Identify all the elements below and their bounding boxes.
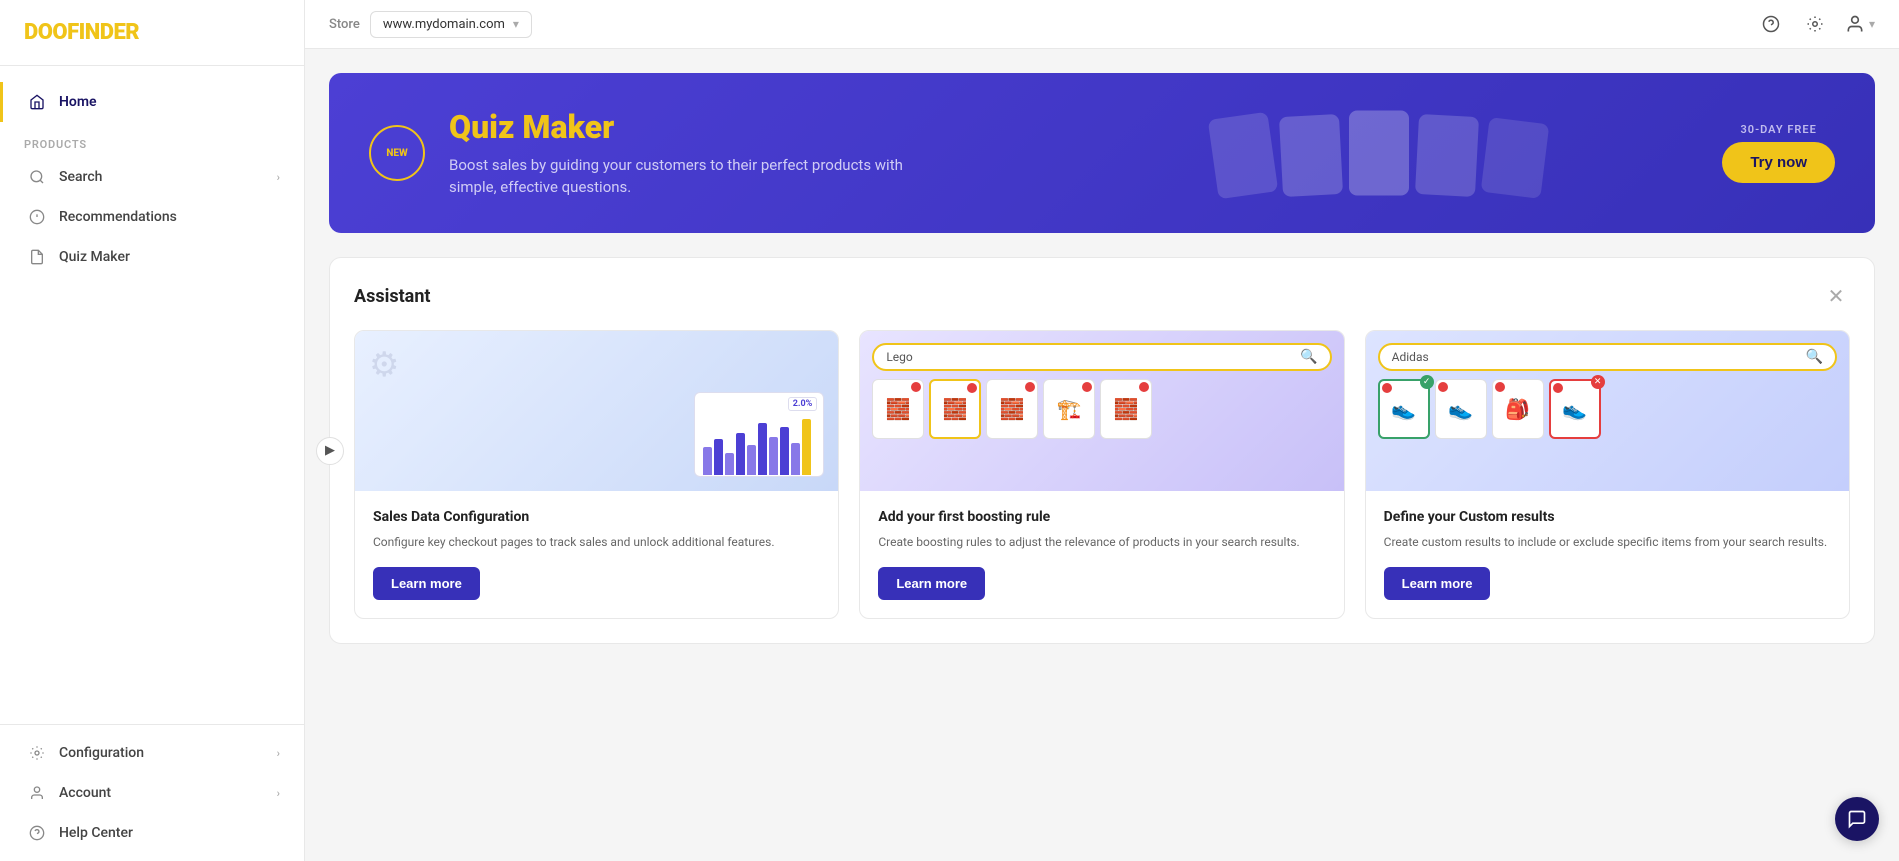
sidebar-item-recommendations[interactable]: Recommendations (0, 197, 304, 237)
boosting-illustration: Lego 🔍 🧱 🧱 (860, 331, 1343, 491)
search-adidas-icon: 🔍 (1806, 349, 1823, 365)
quiz-nav-icon (27, 247, 47, 267)
search-chevron-icon: › (277, 171, 280, 184)
account-chevron-icon: › (277, 787, 280, 800)
card-body-custom-results: Define your Custom results Create custom… (1366, 491, 1849, 618)
card-body-boosting: Add your first boosting rule Create boos… (860, 491, 1343, 618)
learn-more-button-custom-results[interactable]: Learn more (1384, 567, 1491, 600)
chart-mock: 2.0% (694, 392, 824, 477)
quiz-banner-description: Boost sales by guiding your customers to… (449, 154, 909, 199)
custom-results-product-grid: ✓ 👟 👟 🎒 (1378, 379, 1837, 439)
page-content: NEW Quiz Maker Boost sales by guiding yo… (305, 49, 1899, 861)
assistant-close-button[interactable]: ✕ (1822, 282, 1850, 310)
sidebar-search-label: Search (59, 169, 102, 185)
adidas-search-text: Adidas (1392, 350, 1429, 364)
topbar-right: ▾ (1757, 10, 1875, 38)
configuration-icon (27, 743, 47, 763)
boosting-product-grid: 🧱 🧱 🧱 (872, 379, 1331, 439)
card-title-sales-data: Sales Data Configuration (373, 509, 820, 525)
assistant-card-boosting: Lego 🔍 🧱 🧱 (859, 330, 1344, 619)
help-icon (27, 823, 47, 843)
card-desc-sales-data: Configure key checkout pages to track sa… (373, 533, 820, 551)
search-nav-icon (27, 167, 47, 187)
sidebar-help-label: Help Center (59, 825, 133, 841)
card-title-boosting: Add your first boosting rule (878, 509, 1325, 525)
store-label: Store (329, 17, 360, 32)
recommendations-nav-icon (27, 207, 47, 227)
account-icon (27, 783, 47, 803)
quiz-try-button[interactable]: Try now (1722, 142, 1835, 183)
card-title-custom-results: Define your Custom results (1384, 509, 1831, 525)
assistant-card-sales-data: ⚙ 2.0% (354, 330, 839, 619)
card-image-sales-data: ⚙ 2.0% (355, 331, 838, 491)
assistant-panel: ▶ Assistant ✕ ⚙ 2.0% (329, 257, 1875, 644)
sidebar-item-configuration[interactable]: Configuration › (0, 733, 304, 773)
quiz-free-label: 30-DAY FREE (1741, 123, 1817, 136)
sidebar-item-account[interactable]: Account › (0, 773, 304, 813)
sidebar-quiz-label: Quiz Maker (59, 249, 130, 265)
learn-more-button-sales-data[interactable]: Learn more (373, 567, 480, 600)
sidebar-nav: Home PRODUCTS Search › Recommendations Q… (0, 66, 304, 724)
sidebar-item-help-center[interactable]: Help Center (0, 813, 304, 853)
brand-name: DOOFINDER (24, 20, 139, 45)
topbar: Store www.mydomain.com ▾ ▾ (305, 0, 1899, 49)
assistant-card-custom-results: Adidas 🔍 ✓ 👟 (1365, 330, 1850, 619)
assistant-header: Assistant ✕ (354, 282, 1850, 310)
quiz-badge-text: NEW (386, 148, 407, 159)
gear-decorative-icon: ⚙ (369, 345, 399, 385)
main-content: Store www.mydomain.com ▾ ▾ NEW (305, 0, 1899, 861)
products-section-label: PRODUCTS (0, 122, 304, 157)
card-desc-custom-results: Create custom results to include or excl… (1384, 533, 1831, 551)
quiz-try-section: 30-DAY FREE Try now (1722, 123, 1835, 183)
topbar-left: Store www.mydomain.com ▾ (329, 11, 532, 38)
sidebar-collapse-button[interactable]: ▶ (316, 437, 344, 465)
logo: DOOFINDER (0, 0, 304, 66)
close-icon: ✕ (1828, 284, 1845, 309)
chart-value-label: 2.0% (793, 399, 813, 409)
sidebar: DOOFINDER Home PRODUCTS Search › Recomme… (0, 0, 305, 861)
sidebar-account-label: Account (59, 785, 111, 801)
settings-topbar-button[interactable] (1801, 10, 1829, 38)
card-image-custom-results: Adidas 🔍 ✓ 👟 (1366, 331, 1849, 491)
assistant-title: Assistant (354, 286, 431, 307)
quiz-new-badge: NEW (369, 125, 425, 181)
card-body-sales-data: Sales Data Configuration Configure key c… (355, 491, 838, 618)
sidebar-recommendations-label: Recommendations (59, 209, 177, 225)
sidebar-home-label: Home (59, 94, 97, 110)
assistant-cards: ⚙ 2.0% (354, 330, 1850, 619)
learn-more-button-boosting[interactable]: Learn more (878, 567, 985, 600)
user-menu-button[interactable]: ▾ (1845, 14, 1875, 34)
sidebar-item-home[interactable]: Home (0, 82, 304, 122)
sidebar-bottom: Configuration › Account › Help Center (0, 724, 304, 861)
sidebar-config-label: Configuration (59, 745, 144, 761)
search-lego-icon: 🔍 (1300, 349, 1317, 365)
lego-search-text: Lego (886, 350, 912, 364)
store-dropdown-chevron-icon: ▾ (513, 17, 519, 31)
sidebar-item-search[interactable]: Search › (0, 157, 304, 197)
store-url: www.mydomain.com (383, 17, 505, 32)
quiz-banner: NEW Quiz Maker Boost sales by guiding yo… (329, 73, 1875, 233)
quiz-illustration (1213, 111, 1545, 196)
home-icon (27, 92, 47, 112)
help-topbar-button[interactable] (1757, 10, 1785, 38)
card-desc-boosting: Create boosting rules to adjust the rele… (878, 533, 1325, 551)
custom-results-illustration: Adidas 🔍 ✓ 👟 (1366, 331, 1849, 491)
card-image-boosting: Lego 🔍 🧱 🧱 (860, 331, 1343, 491)
chat-bubble-button[interactable] (1835, 797, 1879, 841)
sidebar-item-quiz-maker[interactable]: Quiz Maker (0, 237, 304, 277)
user-menu-chevron-icon: ▾ (1869, 17, 1875, 31)
store-dropdown[interactable]: www.mydomain.com ▾ (370, 11, 532, 38)
chat-icon (1847, 809, 1867, 829)
config-chevron-icon: › (277, 747, 280, 760)
